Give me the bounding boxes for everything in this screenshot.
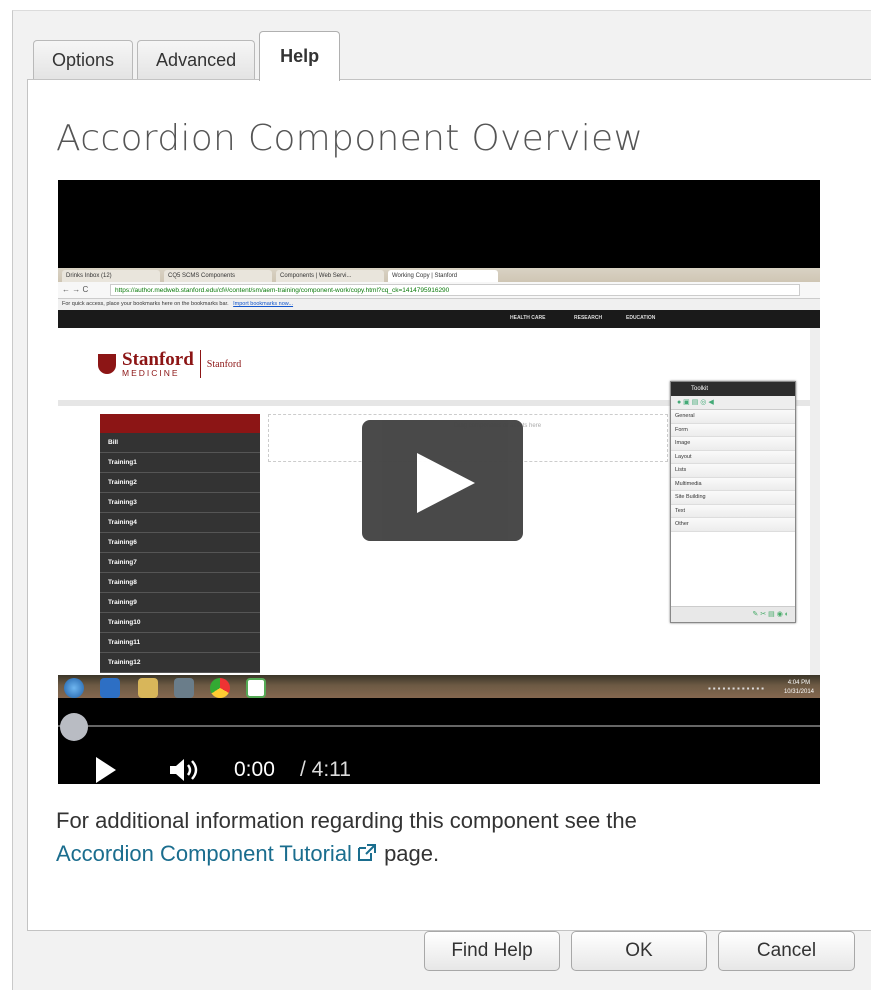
browser-tab: Components | Web Servi... — [276, 270, 384, 282]
start-icon — [64, 678, 84, 698]
bookmarks-text: For quick access, place your bookmarks h… — [62, 301, 229, 307]
play-icon[interactable] — [96, 757, 116, 783]
browser-nav-icons: ← → C — [62, 285, 89, 294]
ok-button[interactable]: OK — [571, 931, 707, 971]
tab-help[interactable]: Help — [259, 31, 341, 81]
taskbar-clock: 4:04 PM 10/31/2014 — [784, 679, 814, 697]
dialog-footer: Find Help OK Cancel — [0, 930, 871, 980]
browser-tab-bar: Drinks Inbox (12) CQ5 SCMS Components Co… — [58, 268, 820, 282]
side-nav-item: Training12 — [100, 653, 260, 673]
side-nav-item: Training1 — [100, 453, 260, 473]
site-nav-item: EDUCATION — [626, 315, 656, 321]
side-nav-item: Training6 — [100, 533, 260, 553]
tab-strip: Options Advanced Help — [33, 31, 341, 81]
browser-tab: Drinks Inbox (12) — [62, 270, 160, 282]
toolkit-row: General — [671, 410, 795, 424]
tab-options[interactable]: Options — [33, 40, 134, 80]
tab-advanced[interactable]: Advanced — [137, 40, 256, 80]
help-panel: Accordion Component Overview Drinks Inbo… — [27, 79, 871, 931]
toolkit-row: Lists — [671, 464, 795, 478]
site-nav-item: RESEARCH — [574, 315, 603, 321]
stanford-logo: Stanford MEDICINE Stanford — [98, 350, 241, 378]
side-nav-header — [100, 414, 260, 433]
info-paragraph: For additional information regarding thi… — [56, 804, 836, 870]
side-nav-item: Training7 — [100, 553, 260, 573]
site-top-nav: HEALTH CARE RESEARCH EDUCATION — [58, 310, 820, 328]
toolkit-row: Layout — [671, 450, 795, 464]
clock-date: 10/31/2014 — [783, 689, 814, 695]
camtasia-icon — [246, 678, 266, 698]
toolkit-row: Text — [671, 504, 795, 518]
current-time: 0:00 — [234, 758, 275, 781]
toolkit-row: Multimedia — [671, 477, 795, 491]
media-icon — [174, 678, 194, 698]
toolkit-row: Site Building — [671, 491, 795, 505]
duration: / 4:11 — [300, 758, 351, 781]
external-link-icon — [357, 844, 376, 861]
page-title: Accordion Component Overview — [56, 118, 644, 159]
side-nav-item: Training10 — [100, 613, 260, 633]
logo-divider — [199, 350, 201, 378]
browser-scrollbar — [810, 328, 820, 688]
side-nav-item: Training3 — [100, 493, 260, 513]
play-icon — [417, 453, 475, 513]
browser-tab: Working Copy | Stanford — [388, 270, 498, 282]
bookmarks-bar: For quick access, place your bookmarks h… — [58, 299, 820, 310]
clock-time: 4:04 PM — [787, 680, 811, 686]
big-play-button[interactable] — [362, 420, 523, 541]
toolkit-title: Toolkit — [671, 382, 795, 396]
side-nav-item: Bill — [100, 433, 260, 453]
scrub-handle[interactable] — [60, 713, 88, 741]
video-player[interactable]: Drinks Inbox (12) CQ5 SCMS Components Co… — [58, 180, 820, 784]
toolkit-row: Other — [671, 518, 795, 532]
side-nav-item: Training11 — [100, 633, 260, 653]
site-side-nav: Bill Training1 Training2 Training3 Train… — [100, 414, 260, 673]
side-nav-item: Training8 — [100, 573, 260, 593]
info-text: For additional information regarding thi… — [56, 808, 637, 833]
toolkit-footer-icons: ✎ ✂ ▤ ◉ ◐ — [671, 606, 795, 622]
side-nav-item: Training9 — [100, 593, 260, 613]
ie-icon — [100, 678, 120, 698]
side-nav-item: Training2 — [100, 473, 260, 493]
tutorial-link[interactable]: Accordion Component Tutorial — [56, 841, 378, 866]
toolkit-icons: ● ▣ ▤ ◎ ◀ — [671, 396, 795, 410]
bookmarks-link: Import bookmarks now... — [233, 301, 294, 307]
toolkit-row: Image — [671, 437, 795, 451]
logo-site: Stanford — [206, 358, 242, 370]
toolkit-panel: Toolkit ● ▣ ▤ ◎ ◀ General Form Image Lay… — [670, 381, 796, 623]
find-help-button[interactable]: Find Help — [424, 931, 560, 971]
system-tray-icons: ▪▪▪▪▪▪▪▪▪▪▪▪ — [707, 684, 766, 693]
browser-address-bar: ← → C https://author.medweb.stanford.edu… — [58, 282, 820, 299]
browser-tab: CQ5 SCMS Components — [164, 270, 272, 282]
chrome-icon — [210, 678, 230, 698]
cancel-button[interactable]: Cancel — [718, 931, 855, 971]
video-controls: 0:00 / 4:11 — [58, 698, 820, 784]
toolkit-row: Form — [671, 423, 795, 437]
logo-name: Stanford — [122, 348, 194, 370]
tutorial-link-label: Accordion Component Tutorial — [56, 841, 352, 866]
side-nav-item: Training4 — [100, 513, 260, 533]
volume-icon[interactable] — [168, 757, 200, 783]
browser-url: https://author.medweb.stanford.edu/cf#/c… — [110, 284, 800, 296]
info-text-end: page. — [384, 841, 440, 866]
dialog-left-edge — [0, 0, 12, 990]
shield-icon — [98, 354, 116, 374]
dialog: Options Advanced Help Accordion Componen… — [12, 10, 871, 990]
progress-bar[interactable] — [58, 725, 820, 727]
site-nav-item: HEALTH CARE — [510, 315, 546, 321]
explorer-icon — [138, 678, 158, 698]
